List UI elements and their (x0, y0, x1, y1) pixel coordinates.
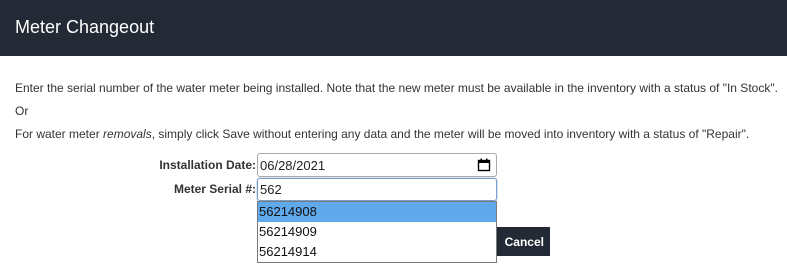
calendar-icon[interactable] (477, 158, 491, 172)
instruction-text-removal: For water meter removals, simply click S… (15, 127, 749, 141)
page-header: Meter Changeout (0, 0, 787, 56)
installation-date-label: Installation Date: (159, 158, 256, 172)
instruction-text-removal-emphasis: removals (103, 127, 152, 141)
meter-serial-value[interactable]: 562 (260, 182, 282, 197)
cancel-button[interactable]: Cancel (497, 227, 550, 256)
installation-date-value[interactable]: 06/28/2021 (260, 158, 325, 173)
instruction-text-or: Or (15, 104, 29, 118)
autocomplete-option[interactable]: 56214914 (258, 242, 496, 262)
page-title: Meter Changeout (15, 17, 155, 37)
instruction-text-install: Enter the serial number of the water met… (15, 81, 778, 95)
autocomplete-option[interactable]: 56214908 (258, 202, 496, 222)
autocomplete-option[interactable]: 56214909 (258, 222, 496, 242)
serial-autocomplete-list: 56214908 56214909 56214914 (257, 201, 497, 263)
installation-date-field[interactable]: 06/28/2021 (257, 153, 497, 177)
meter-serial-input[interactable]: 562 (257, 178, 497, 201)
instruction-text-removal-prefix: For water meter (15, 127, 104, 141)
instruction-text-removal-suffix: , simply click Save without entering any… (151, 127, 750, 141)
meter-serial-label: Meter Serial #: (173, 182, 256, 196)
